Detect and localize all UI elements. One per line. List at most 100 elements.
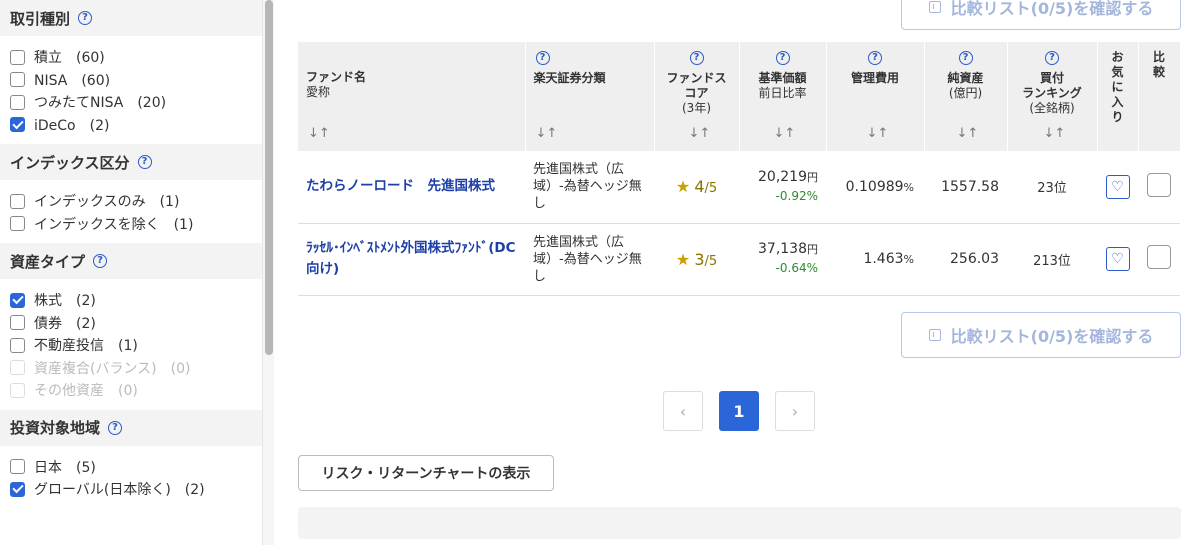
sort-icon[interactable]: ↓↑: [308, 126, 330, 141]
help-icon[interactable]: ?: [775, 51, 790, 65]
header-fee-label: 管理費用: [850, 71, 899, 85]
fund-name-link[interactable]: たわらノーロード 先進国株式: [298, 151, 525, 224]
filter-checkbox[interactable]: [10, 481, 25, 497]
help-icon[interactable]: ?: [689, 51, 704, 65]
filter-option[interactable]: グローバル(日本除く) (2): [0, 478, 262, 501]
filter-checkbox[interactable]: [10, 216, 25, 232]
favorite-heart-icon[interactable]: ♡: [1105, 247, 1130, 271]
sort-icon[interactable]: ↓↑: [536, 126, 558, 141]
filter-option[interactable]: インデックスを除く (1): [0, 213, 262, 236]
pagination-page-1[interactable]: 1: [719, 391, 759, 431]
compare-list-button-bottom[interactable]: 比較リスト(0/5)を確認する: [901, 312, 1181, 358]
filter-checkbox[interactable]: [10, 459, 25, 475]
header-nav-label: 基準価額: [758, 71, 807, 85]
filter-option-label: 債券 (2): [34, 315, 96, 332]
filter-option[interactable]: インデックスのみ (1): [0, 190, 262, 213]
header-compare: 比較: [1138, 42, 1181, 151]
pagination-next-button[interactable]: ›: [775, 391, 815, 431]
fund-score-max: /5: [704, 181, 718, 197]
sort-icon[interactable]: ↓↑: [774, 126, 796, 141]
fund-score-value: 3: [694, 249, 705, 269]
filter-option[interactable]: iDeCo (2): [0, 114, 262, 137]
help-icon[interactable]: ?: [958, 51, 973, 65]
sort-icon[interactable]: ↓↑: [689, 126, 711, 141]
fund-classification-text: 先進国株式（広域）-為替ヘッジ無し: [533, 234, 642, 284]
fund-nav-unit: 円: [807, 243, 818, 256]
header-favorite: お気に入り: [1097, 42, 1139, 151]
help-icon[interactable]: ?: [1045, 51, 1059, 65]
help-icon[interactable]: ?: [137, 155, 152, 169]
filter-checkbox[interactable]: [10, 193, 25, 209]
filter-option-label: 日本 (5): [34, 459, 96, 476]
sidebar-scrollbar[interactable]: [262, 0, 274, 545]
header-rank-sub: (全銘柄): [1029, 101, 1075, 115]
help-icon[interactable]: ?: [868, 51, 882, 65]
filter-option-label: NISA (60): [34, 72, 111, 89]
filter-checkbox[interactable]: [10, 72, 25, 88]
filter-checkbox[interactable]: [10, 117, 25, 133]
compare-checkbox[interactable]: [1147, 245, 1171, 269]
sort-icon[interactable]: ↓↑: [957, 126, 979, 141]
header-fee[interactable]: ? 管理費用 ↓↑: [826, 42, 925, 151]
fund-name[interactable]: ﾗｯｾﾙ･ｲﾝﾍﾞｽﾄﾒﾝﾄ外国株式ﾌｧﾝﾄﾞ(DC向け): [306, 240, 516, 277]
scrollbar-thumb[interactable]: [265, 0, 273, 355]
header-score-sub: (3年): [682, 101, 711, 115]
filter-checkbox[interactable]: [10, 315, 25, 331]
header-ranking[interactable]: ? 買付 ランキング (全銘柄) ↓↑: [1007, 42, 1098, 151]
filter-option-label: 株式 (2): [34, 293, 96, 310]
fund-assets-value: 1557.58: [941, 178, 999, 195]
sort-icon[interactable]: ↓↑: [1044, 126, 1066, 141]
fund-name-link[interactable]: ﾗｯｾﾙ･ｲﾝﾍﾞｽﾄﾒﾝﾄ外国株式ﾌｧﾝﾄﾞ(DC向け): [298, 223, 525, 296]
fund-score-value: 4: [694, 177, 705, 197]
filter-section-header: 資産タイプ?: [0, 243, 262, 279]
header-fund-score[interactable]: ? ファンドス コア (3年) ↓↑: [654, 42, 740, 151]
fund-classification-text: 先進国株式（広域）-為替ヘッジ無し: [533, 162, 642, 212]
star-icon: ★: [675, 249, 691, 269]
help-icon[interactable]: ?: [108, 420, 123, 435]
filter-option[interactable]: 株式 (2): [0, 289, 262, 312]
filter-checkbox[interactable]: [10, 337, 25, 353]
filter-section-options: インデックスのみ (1) インデックスを除く (1): [0, 180, 262, 243]
filter-option[interactable]: 積立 (60): [0, 46, 262, 69]
compare-list-label: 比較リスト(0/5)を確認する: [950, 0, 1154, 18]
help-icon[interactable]: ?: [78, 11, 93, 25]
fund-nav-change: -0.92%: [775, 188, 818, 203]
help-icon[interactable]: ?: [93, 254, 108, 268]
header-nav-sub: 前日比率: [758, 86, 807, 100]
compare-list-button-top[interactable]: 比較リスト(0/5)を確認する: [901, 0, 1181, 30]
filter-section-title: 資産タイプ: [10, 252, 86, 271]
header-classification[interactable]: ? 楽天証券分類 ↓↑: [525, 42, 655, 151]
help-icon[interactable]: ?: [535, 51, 550, 65]
fund-fee-unit: %: [903, 253, 914, 266]
filter-checkbox[interactable]: [10, 49, 25, 65]
header-rank-line1: 買付: [1039, 71, 1064, 85]
filter-option[interactable]: 債券 (2): [0, 312, 262, 335]
filter-option[interactable]: NISA (60): [0, 69, 262, 92]
filter-option-label: その他資産 (0): [34, 383, 138, 400]
filter-checkbox[interactable]: [10, 94, 25, 110]
favorite-heart-icon[interactable]: ♡: [1105, 174, 1130, 199]
risk-return-chart-button[interactable]: リスク・リターンチャートの表示: [298, 455, 554, 491]
header-assets-sub: (億円): [948, 86, 983, 100]
header-nav[interactable]: ? 基準価額 前日比率 ↓↑: [739, 42, 827, 151]
filter-option[interactable]: 日本 (5): [0, 456, 262, 479]
header-assets[interactable]: ? 純資産 (億円) ↓↑: [924, 42, 1008, 151]
bottom-panel: [298, 507, 1181, 539]
compare-checkbox[interactable]: [1147, 172, 1171, 197]
table-row: たわらノーロード 先進国株式 先進国株式（広域）-為替ヘッジ無し ★ 4/5 2…: [298, 151, 1180, 224]
fund-nav-value: 37,138: [758, 241, 807, 257]
fund-name[interactable]: たわらノーロード 先進国株式: [306, 178, 495, 194]
filter-option[interactable]: つみたてNISA (20): [0, 91, 262, 114]
filter-section-title: 取引種別: [10, 9, 71, 28]
header-compare-label: 比較: [1152, 50, 1165, 79]
header-assets-label: 純資産: [947, 71, 984, 85]
fund-rank-value: 23: [1037, 181, 1054, 197]
filter-checkbox[interactable]: [10, 292, 25, 308]
sort-icon[interactable]: ↓↑: [867, 126, 889, 141]
fund-score-max: /5: [704, 253, 718, 269]
pagination-prev-button[interactable]: ‹: [663, 391, 703, 431]
filter-option[interactable]: 不動産投信 (1): [0, 334, 262, 357]
filter-section-header: 投資対象地域?: [0, 409, 262, 446]
header-fund-name[interactable]: ファンド名 愛称 ↓↑: [298, 42, 526, 151]
header-rank-line2: ランキング: [1022, 86, 1082, 100]
